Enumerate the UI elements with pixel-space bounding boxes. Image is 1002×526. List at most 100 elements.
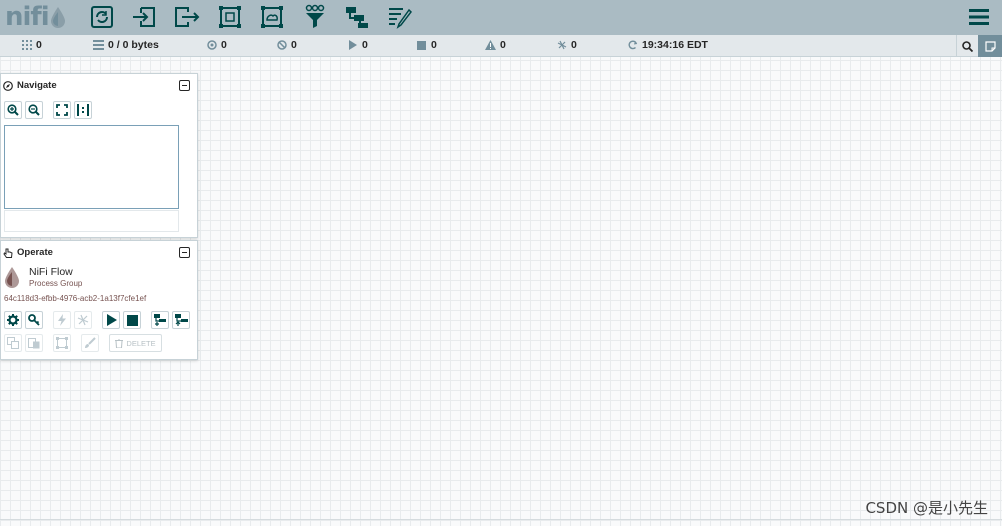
operate-title: Operate bbox=[17, 247, 53, 258]
lightning-icon bbox=[58, 314, 66, 326]
transmitting-stat: 0 bbox=[206, 39, 227, 51]
processor-button[interactable] bbox=[87, 2, 117, 32]
transmitting-icon bbox=[206, 40, 217, 51]
selection-id: 64c118d3-efbb-4976-acb2-1a13f7cfe1ef bbox=[4, 294, 147, 303]
zoom-in-button[interactable] bbox=[4, 101, 22, 119]
delete-label: DELETE bbox=[126, 338, 156, 348]
hand-pointer-icon bbox=[3, 248, 13, 258]
compass-icon bbox=[3, 80, 13, 91]
global-menu-button[interactable] bbox=[968, 6, 990, 28]
transmitting-value: 0 bbox=[221, 39, 227, 51]
operate-collapse-button[interactable] bbox=[179, 247, 190, 258]
search-button[interactable] bbox=[956, 35, 978, 57]
navigate-panel: Navigate bbox=[0, 73, 198, 238]
invalid-value: 0 bbox=[500, 39, 506, 51]
navigate-header: Navigate bbox=[3, 80, 57, 91]
group-icon bbox=[56, 337, 68, 349]
navigate-title: Navigate bbox=[17, 80, 57, 91]
template-button[interactable] bbox=[342, 2, 372, 32]
enable-button[interactable] bbox=[53, 311, 71, 329]
label-button[interactable] bbox=[385, 2, 415, 32]
funnel-icon bbox=[305, 4, 325, 28]
last-refreshed-value: 19:34:16 EDT bbox=[642, 39, 708, 51]
process-group-drop-icon bbox=[5, 267, 19, 288]
input-port-icon bbox=[133, 7, 155, 27]
create-template-icon bbox=[153, 314, 166, 326]
label-icon bbox=[389, 8, 412, 29]
birdseye-view[interactable] bbox=[4, 125, 179, 209]
zoom-in-icon bbox=[7, 104, 19, 116]
upload-template-icon bbox=[174, 314, 188, 326]
selection-type: Process Group bbox=[29, 279, 83, 288]
not-transmitting-icon bbox=[276, 40, 287, 51]
copy-icon bbox=[7, 337, 19, 349]
create-template-button[interactable] bbox=[151, 311, 169, 329]
operate-panel: Operate NiFi Flow Process Group 64c118d3… bbox=[0, 240, 198, 360]
bulletin-board-button[interactable] bbox=[978, 35, 1002, 57]
paste-button[interactable] bbox=[25, 334, 43, 352]
paintbrush-icon bbox=[85, 337, 96, 348]
navigate-collapse-button[interactable] bbox=[179, 80, 190, 91]
nifi-logo: nifi bbox=[5, 2, 66, 32]
actual-size-icon bbox=[77, 104, 89, 116]
upload-template-button[interactable] bbox=[172, 311, 190, 329]
paste-icon bbox=[28, 338, 40, 349]
start-button[interactable] bbox=[102, 311, 120, 329]
access-policies-button[interactable] bbox=[25, 311, 43, 329]
fit-icon bbox=[56, 104, 68, 116]
operate-header: Operate bbox=[3, 247, 53, 258]
copy-button[interactable] bbox=[4, 334, 22, 352]
drop-icon bbox=[50, 7, 65, 28]
search-icon bbox=[962, 40, 973, 52]
selection-name: NiFi Flow bbox=[29, 266, 73, 278]
threads-grid-icon bbox=[21, 40, 32, 51]
header-toolbar: nifi bbox=[0, 0, 1002, 35]
template-icon bbox=[346, 7, 368, 28]
process-group-button[interactable] bbox=[215, 2, 245, 32]
queued-stat: 0 / 0 bytes bbox=[93, 39, 159, 51]
remote-process-group-button[interactable] bbox=[257, 2, 287, 32]
delete-button[interactable]: DELETE bbox=[109, 334, 162, 352]
zoom-out-icon bbox=[28, 104, 40, 116]
queued-value: 0 / 0 bytes bbox=[108, 39, 159, 51]
trash-icon bbox=[115, 338, 124, 348]
disable-button[interactable] bbox=[74, 311, 92, 329]
actual-size-button[interactable] bbox=[74, 101, 92, 119]
running-value: 0 bbox=[362, 39, 368, 51]
input-port-button[interactable] bbox=[129, 2, 159, 32]
disabled-icon bbox=[556, 40, 567, 51]
invalid-stat: 0 bbox=[485, 39, 506, 51]
funnel-button[interactable] bbox=[300, 2, 330, 32]
play-icon bbox=[347, 40, 358, 51]
stopped-stat: 0 bbox=[416, 39, 437, 51]
canvas-bottom-border bbox=[0, 519, 1002, 520]
zoom-out-button[interactable] bbox=[25, 101, 43, 119]
birdseye-footer bbox=[4, 210, 179, 232]
gear-icon bbox=[7, 314, 19, 326]
output-port-button[interactable] bbox=[172, 2, 202, 32]
group-button[interactable] bbox=[53, 334, 71, 352]
not-transmitting-stat: 0 bbox=[276, 39, 297, 51]
color-button[interactable] bbox=[81, 334, 99, 352]
disabled-value: 0 bbox=[571, 39, 577, 51]
flow-status-bar: 0 0 / 0 bytes 0 0 0 0 0 0 19:34:16 EDT bbox=[0, 35, 1002, 57]
queue-list-icon bbox=[93, 40, 104, 51]
disabled-stat: 0 bbox=[556, 39, 577, 51]
refresh-icon bbox=[627, 40, 638, 51]
sticky-note-icon bbox=[984, 40, 996, 52]
stop-icon bbox=[416, 40, 427, 51]
remote-process-group-icon bbox=[261, 6, 283, 28]
stopped-value: 0 bbox=[431, 39, 437, 51]
active-threads-value: 0 bbox=[36, 39, 42, 51]
output-port-icon bbox=[175, 7, 200, 27]
last-refreshed-stat: 19:34:16 EDT bbox=[627, 39, 708, 51]
process-group-icon bbox=[219, 6, 241, 28]
stop-button[interactable] bbox=[123, 311, 141, 329]
hamburger-icon bbox=[969, 9, 989, 25]
configure-button[interactable] bbox=[4, 311, 22, 329]
stop-icon bbox=[126, 314, 138, 326]
not-transmitting-value: 0 bbox=[291, 39, 297, 51]
running-stat: 0 bbox=[347, 39, 368, 51]
warning-icon bbox=[485, 40, 496, 51]
fit-screen-button[interactable] bbox=[53, 101, 71, 119]
